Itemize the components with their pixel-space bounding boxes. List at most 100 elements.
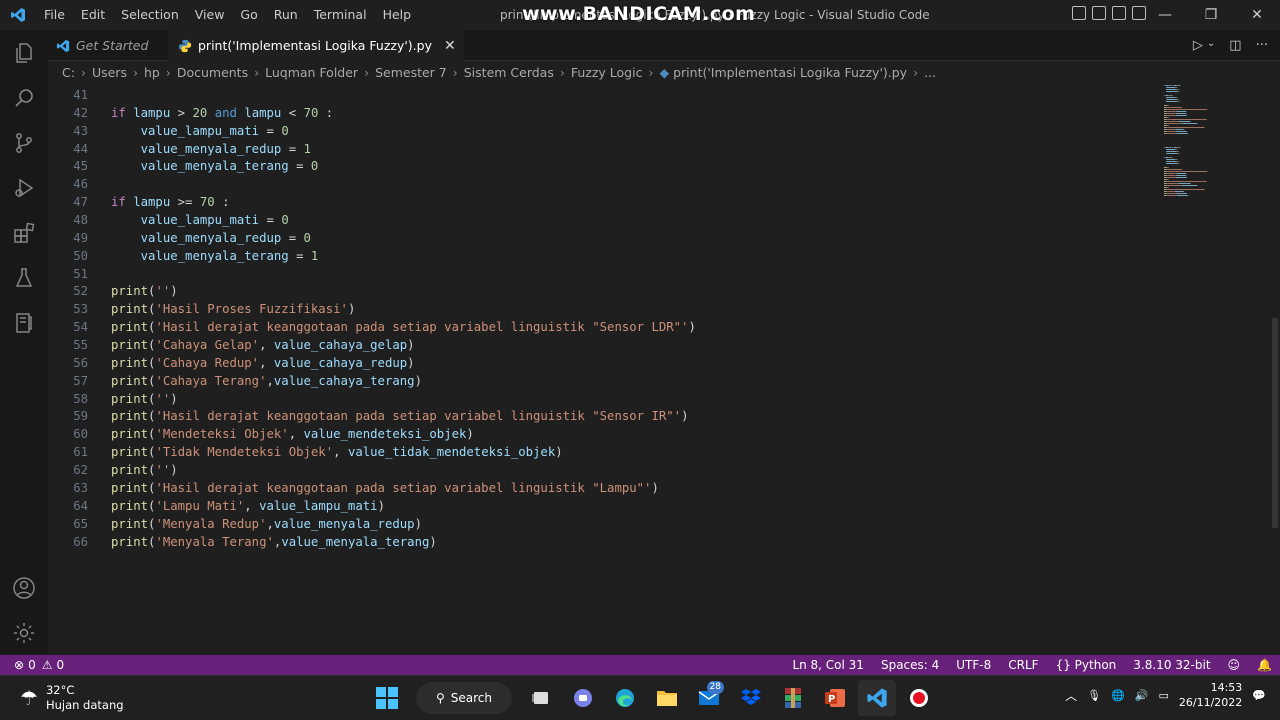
breadcrumb-item[interactable]: C: — [62, 65, 75, 80]
breadcrumb-item[interactable]: Documents — [177, 65, 248, 80]
code-line[interactable]: 42 if lampu > 20 and lampu < 70 : — [48, 104, 1148, 122]
search-icon[interactable] — [0, 75, 48, 120]
tab-python-file[interactable]: print('Implementasi Logika Fuzzy').py ✕ — [168, 30, 464, 61]
scrollbar-thumb[interactable] — [1272, 318, 1278, 528]
volume-icon[interactable]: 🔊 — [1135, 689, 1149, 702]
breadcrumb-item[interactable]: ... — [924, 65, 936, 80]
code-line[interactable]: 58 print('') — [48, 390, 1148, 408]
code-line[interactable]: 46 — [48, 175, 1148, 193]
menu-terminal[interactable]: Terminal — [306, 0, 375, 30]
run-debug-icon[interactable] — [0, 165, 48, 210]
toggle-secondary-sidebar-icon[interactable] — [1112, 6, 1126, 20]
winrar-icon[interactable] — [774, 680, 812, 716]
notification-center-icon[interactable]: 💬 — [1252, 689, 1266, 702]
extensions-icon[interactable] — [0, 210, 48, 255]
menu-edit[interactable]: Edit — [73, 0, 113, 30]
weather-widget[interactable]: ☂ 32°C Hujan datang — [20, 683, 124, 713]
code-line[interactable]: 54 print('Hasil derajat keanggotaan pada … — [48, 318, 1148, 336]
file-explorer-icon[interactable] — [648, 680, 686, 716]
file-encoding[interactable]: UTF-8 — [956, 658, 991, 672]
breadcrumb-item[interactable]: Luqman Folder — [265, 65, 358, 80]
explorer-icon[interactable] — [0, 30, 48, 75]
code-line[interactable]: 47 if lampu >= 70 : — [48, 193, 1148, 211]
clock[interactable]: 14:53 26/11/2022 — [1179, 680, 1242, 710]
source-control-icon[interactable] — [0, 120, 48, 165]
minimap[interactable] — [1162, 83, 1262, 213]
minimize-icon[interactable]: — — [1142, 0, 1188, 30]
code-line[interactable]: 66 print('Menyala Terang',value_menyala_t… — [48, 533, 1148, 551]
remote-explorer-icon[interactable] — [0, 300, 48, 345]
code-editor[interactable]: 41 42 if lampu > 20 and lampu < 70 : 43 val… — [48, 83, 1280, 654]
code-line[interactable]: 57 print('Cahaya Terang',value_cahaya_ter… — [48, 372, 1148, 390]
chevron-up-icon[interactable]: ︿ — [1065, 687, 1077, 704]
notifications-bell-icon[interactable]: 🔔 — [1257, 658, 1272, 672]
powerpoint-icon[interactable]: P — [816, 680, 854, 716]
microphone-icon[interactable]: 🎙 — [1087, 689, 1101, 702]
feedback-icon[interactable]: ☺ — [1228, 658, 1241, 672]
menu-go[interactable]: Go — [232, 0, 265, 30]
tab-get-started[interactable]: Get Started — [48, 30, 168, 61]
breadcrumb-item[interactable]: Sistem Cerdas — [464, 65, 554, 80]
menu-help[interactable]: Help — [375, 0, 420, 30]
taskbar-search[interactable]: ⚲ Search — [416, 682, 512, 714]
code-line[interactable]: 64 print('Lampu Mati', value_lampu_mati) — [48, 497, 1148, 515]
close-window-icon[interactable]: ✕ — [1234, 0, 1280, 30]
code-line[interactable]: 61 print('Tidak Mendeteksi Objek', value_… — [48, 443, 1148, 461]
menu-file[interactable]: File — [36, 0, 73, 30]
code-line[interactable]: 52 print('') — [48, 282, 1148, 300]
code-line[interactable]: 51 — [48, 265, 1148, 283]
start-button[interactable] — [368, 680, 406, 716]
code-line[interactable]: 48 value_lampu_mati = 0 — [48, 211, 1148, 229]
code-line[interactable]: 62 print('') — [48, 461, 1148, 479]
testing-icon[interactable] — [0, 255, 48, 300]
code-line[interactable]: 55 print('Cahaya Gelap', value_cahaya_gel… — [48, 336, 1148, 354]
toggle-panel-icon[interactable] — [1092, 6, 1106, 20]
dropbox-icon[interactable] — [732, 680, 770, 716]
menu-selection[interactable]: Selection — [113, 0, 187, 30]
language-mode[interactable]: {} Python — [1056, 658, 1117, 672]
toggle-primary-sidebar-icon[interactable] — [1072, 6, 1086, 20]
cursor-position[interactable]: Ln 8, Col 31 — [792, 658, 864, 672]
breadcrumb-item[interactable]: hp — [144, 65, 160, 80]
battery-icon[interactable]: ▭ — [1158, 689, 1168, 702]
split-editor-icon[interactable]: ◫ — [1229, 38, 1241, 53]
python-interpreter[interactable]: 3.8.10 32-bit — [1133, 658, 1210, 672]
minimap-token — [1166, 151, 1177, 152]
language-globe-icon[interactable]: 🌐 — [1111, 689, 1125, 702]
code-line[interactable]: 63 print('Hasil derajat keanggotaan pada … — [48, 479, 1148, 497]
close-tab-icon[interactable]: ✕ — [444, 38, 456, 54]
code-line[interactable]: 43 value_lampu_mati = 0 — [48, 122, 1148, 140]
code-line[interactable]: 41 — [48, 86, 1148, 104]
breadcrumb-item[interactable]: print('Implementasi Logika Fuzzy').py — [673, 65, 907, 80]
breadcrumb-item[interactable]: Users — [92, 65, 127, 80]
code-line[interactable]: 59 print('Hasil derajat keanggotaan pada … — [48, 407, 1148, 425]
code-line[interactable]: 56 print('Cahaya Redup', value_cahaya_red… — [48, 354, 1148, 372]
code-line[interactable]: 50 value_menyala_terang = 1 — [48, 247, 1148, 265]
accounts-icon[interactable] — [0, 565, 48, 610]
task-view-icon[interactable] — [522, 680, 560, 716]
manage-gear-icon[interactable] — [0, 610, 48, 655]
teams-chat-icon[interactable] — [564, 680, 602, 716]
code-line[interactable]: 65 print('Menyala Redup',value_menyala_re… — [48, 515, 1148, 533]
editor-scrollbar[interactable] — [1266, 83, 1280, 654]
menu-view[interactable]: View — [187, 0, 233, 30]
code-line[interactable]: 45 value_menyala_terang = 0 — [48, 157, 1148, 175]
code-line[interactable]: 44 value_menyala_redup = 1 — [48, 140, 1148, 158]
run-python-file-icon[interactable]: ▷ — [1193, 38, 1203, 53]
more-actions-icon[interactable]: ··· — [1256, 38, 1268, 53]
menu-run[interactable]: Run — [266, 0, 306, 30]
run-dropdown-icon[interactable]: ⌄ — [1207, 38, 1215, 53]
indentation[interactable]: Spaces: 4 — [881, 658, 939, 672]
bandicam-record-icon[interactable] — [900, 680, 938, 716]
code-line[interactable]: 60 print('Mendeteksi Objek', value_mendet… — [48, 425, 1148, 443]
edge-browser-icon[interactable] — [606, 680, 644, 716]
vscode-taskbar-icon[interactable] — [858, 680, 896, 716]
code-line[interactable]: 49 value_menyala_redup = 0 — [48, 229, 1148, 247]
breadcrumb-item[interactable]: Semester 7 — [375, 65, 447, 80]
problems-indicator[interactable]: ⊗ 0 ⚠ 0 — [0, 658, 64, 672]
breadcrumb-item[interactable]: Fuzzy Logic — [571, 65, 643, 80]
code-line[interactable]: 53 print('Hasil Proses Fuzzifikasi') — [48, 300, 1148, 318]
mail-icon[interactable]: 28 — [690, 680, 728, 716]
restore-icon[interactable]: ❐ — [1188, 0, 1234, 30]
end-of-line[interactable]: CRLF — [1008, 658, 1038, 672]
